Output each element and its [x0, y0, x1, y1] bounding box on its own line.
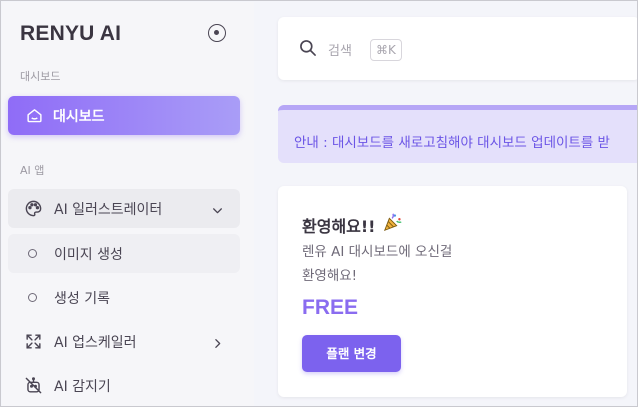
home-icon — [26, 107, 43, 128]
sidebar-item-label: AI 업스케일러 — [54, 335, 137, 351]
chevron-down-icon — [211, 202, 224, 221]
circle-icon — [28, 249, 37, 258]
change-plan-button[interactable]: 플랜 변경 — [302, 335, 401, 372]
sidebar-item-ai-upscaler[interactable]: AI 업스케일러 — [8, 322, 240, 361]
circle-icon — [28, 293, 37, 302]
sidebar-item-label: 대시보드 — [53, 109, 105, 125]
party-popper-icon — [382, 211, 404, 237]
search-icon — [298, 38, 318, 62]
section-label-apps: AI 앱 — [20, 164, 45, 177]
search-shortcut-badge: ⌘K — [370, 39, 402, 61]
sidebar-subitem-history[interactable]: 생성 기록 — [8, 278, 240, 317]
sidebar-item-label: AI 일러스트레이터 — [54, 202, 163, 218]
plan-label: FREE — [302, 296, 359, 319]
welcome-title: 환영해요!! — [302, 217, 376, 236]
section-label-dashboard: 대시보드 — [20, 70, 61, 83]
sidebar-item-label: AI 감지기 — [54, 379, 111, 395]
welcome-card: 환영해요!! 렌유 AI 대시보드에 오신걸 환영해요! FREE 플랜 변경 — [278, 186, 627, 397]
brand-logo: RENYU AI — [20, 22, 122, 45]
welcome-line-2: 환영해요! — [302, 268, 358, 284]
sidebar-subitem-image-generate[interactable]: 이미지 생성 — [8, 234, 240, 273]
chevron-right-icon — [211, 335, 224, 354]
robot-off-icon — [24, 376, 43, 399]
expand-icon — [24, 332, 43, 355]
app-window: RENYU AI 대시보드 대시보드 AI 앱 AI 일러스트레이터 이미지 생… — [0, 0, 638, 407]
search-bar[interactable]: 검색 ⌘K — [278, 17, 637, 80]
sidebar-toggle-icon[interactable] — [208, 24, 226, 42]
sidebar-item-ai-illustrator[interactable]: AI 일러스트레이터 — [8, 189, 240, 228]
search-placeholder: 검색 — [328, 44, 352, 59]
sidebar-item-label: 이미지 생성 — [54, 247, 123, 263]
notice-banner: 안내 : 대시보드를 새로고침해야 대시보드 업데이트를 받 — [278, 105, 637, 163]
palette-icon — [24, 199, 43, 222]
sidebar-item-label: 생성 기록 — [54, 291, 110, 307]
sidebar-item-dashboard[interactable]: 대시보드 — [8, 96, 240, 135]
sidebar-item-ai-detector[interactable]: AI 감지기 — [8, 366, 240, 405]
sidebar: RENYU AI 대시보드 대시보드 AI 앱 AI 일러스트레이터 이미지 생… — [2, 2, 254, 406]
welcome-line-1: 렌유 AI 대시보드에 오신걸 — [302, 244, 453, 260]
notice-text: 안내 : 대시보드를 새로고침해야 대시보드 업데이트를 받 — [294, 135, 610, 151]
